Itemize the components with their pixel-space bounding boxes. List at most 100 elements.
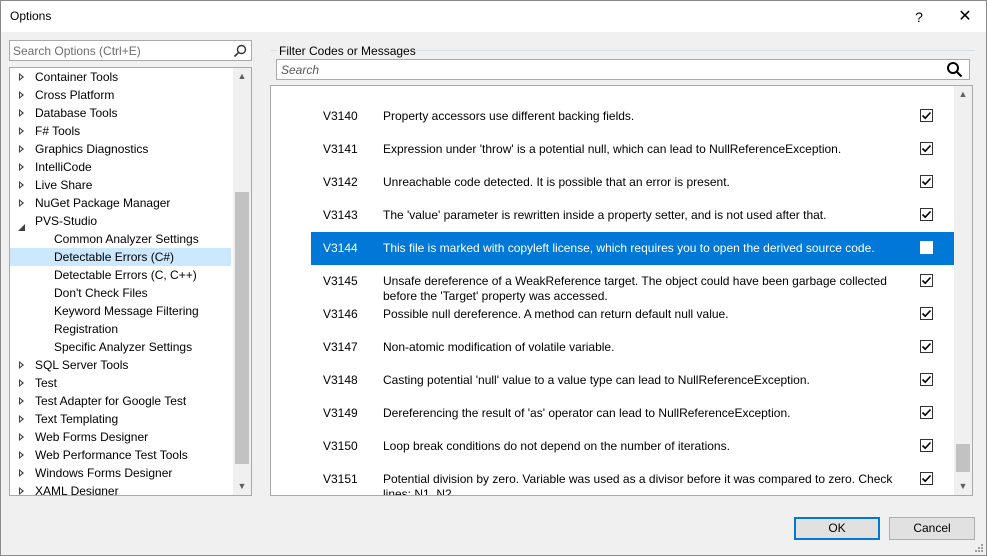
checkmark-icon (921, 474, 932, 483)
checkmark-icon (921, 408, 932, 417)
collapsed-arrow-icon[interactable] (19, 397, 24, 405)
search-icon[interactable] (232, 43, 248, 59)
rule-enabled-checkbox[interactable] (920, 373, 933, 386)
list-scroll-thumb[interactable] (956, 444, 970, 472)
collapsed-arrow-icon[interactable] (19, 415, 24, 423)
scroll-up-icon[interactable]: ▲ (233, 68, 251, 85)
collapsed-arrow-icon[interactable] (19, 181, 24, 189)
expanded-arrow-icon[interactable] (18, 218, 25, 231)
rule-code: V3151 (323, 472, 358, 486)
checkmark-icon (921, 144, 932, 153)
ok-button[interactable]: OK (794, 517, 880, 540)
checkmark-icon (921, 309, 932, 318)
rule-code: V3145 (323, 274, 358, 288)
checkmark-icon (921, 177, 932, 186)
rule-code: V3144 (323, 241, 358, 255)
rule-row[interactable]: V3146 Possible null dereference. A method… (311, 298, 955, 331)
filter-label: Filter Codes or Messages (279, 44, 416, 58)
tree-item-label: Database Tools (35, 106, 118, 120)
rule-enabled-checkbox[interactable] (920, 439, 933, 452)
filter-search-box (276, 59, 970, 80)
rule-row[interactable]: V3143 The 'value' parameter is rewritten … (311, 199, 955, 232)
tree-item-label: Graphics Diagnostics (35, 142, 149, 156)
rule-row[interactable]: V3148 Casting potential 'null' value to a… (311, 364, 955, 397)
rule-message: Possible null dereference. A method can … (383, 307, 729, 321)
tree-item-label: Cross Platform (35, 88, 115, 102)
rule-enabled-checkbox[interactable] (920, 208, 933, 221)
rule-row[interactable]: V3141 Expression under 'throw' is a poten… (311, 133, 955, 166)
rule-message: Casting potential 'null' value to a valu… (383, 373, 810, 387)
filter-search-input[interactable] (281, 62, 931, 77)
tree-item-label: F# Tools (35, 124, 81, 138)
collapsed-arrow-icon[interactable] (19, 91, 24, 99)
tree-item[interactable]: Detectable Errors (C#) (10, 248, 231, 266)
collapsed-arrow-icon[interactable] (19, 163, 24, 171)
list-scrollbar[interactable]: ▲ ▼ (954, 86, 972, 495)
scroll-down-icon[interactable]: ▼ (954, 478, 972, 495)
tree-item-label: NuGet Package Manager (35, 196, 171, 210)
rule-message: This file is marked with copyleft licens… (383, 241, 875, 255)
rule-enabled-checkbox[interactable] (920, 241, 933, 254)
resize-grip-icon[interactable] (973, 542, 983, 552)
checkmark-icon (921, 375, 932, 384)
rule-enabled-checkbox[interactable] (920, 142, 933, 155)
rule-code: V3149 (323, 406, 358, 420)
rule-row[interactable]: V3151 Potential division by zero. Variabl… (311, 463, 955, 495)
tree-scroll-thumb[interactable] (235, 192, 249, 464)
tree-item-label: Windows Forms Designer (35, 466, 173, 480)
tree-item-label: Text Templating (35, 412, 119, 426)
options-search-input[interactable] (13, 43, 228, 58)
rule-enabled-checkbox[interactable] (920, 340, 933, 353)
collapsed-arrow-icon[interactable] (19, 109, 24, 117)
tree-scrollbar[interactable]: ▲ ▼ (233, 68, 251, 495)
rule-row[interactable]: V3140 Property accessors use different ba… (311, 100, 955, 133)
rule-message: Expression under 'throw' is a potential … (383, 142, 842, 156)
tree-item-label: SQL Server Tools (35, 358, 129, 372)
tree-item-label: IntelliCode (35, 160, 92, 174)
rule-message: Non-atomic modification of volatile vari… (383, 340, 615, 354)
group-border (271, 50, 277, 51)
rule-row[interactable]: V3150 Loop break conditions do not depend… (311, 430, 955, 463)
tree-item-label: Keyword Message Filtering (54, 304, 199, 318)
rule-row[interactable]: V3145 Unsafe dereference of a WeakReferen… (311, 265, 955, 303)
rule-enabled-checkbox[interactable] (920, 307, 933, 320)
search-icon[interactable] (946, 61, 963, 78)
rule-row[interactable]: V3142 Unreachable code detected. It is po… (311, 166, 955, 199)
collapsed-arrow-icon[interactable] (19, 469, 24, 477)
tree-item-label: PVS-Studio (35, 214, 98, 228)
collapsed-arrow-icon[interactable] (19, 199, 24, 207)
tree-item-label: Test Adapter for Google Test (35, 394, 187, 408)
rule-code: V3148 (323, 373, 358, 387)
rule-code: V3141 (323, 142, 358, 156)
rule-row[interactable]: V3147 Non-atomic modification of volatile… (311, 331, 955, 364)
collapsed-arrow-icon[interactable] (19, 451, 24, 459)
collapsed-arrow-icon[interactable] (19, 379, 24, 387)
group-border (413, 50, 975, 51)
scroll-down-icon[interactable]: ▼ (233, 478, 251, 495)
options-search-box (9, 40, 252, 61)
rule-code: V3147 (323, 340, 358, 354)
collapsed-arrow-icon[interactable] (19, 145, 24, 153)
rule-enabled-checkbox[interactable] (920, 109, 933, 122)
rule-enabled-checkbox[interactable] (920, 472, 933, 485)
options-dialog: Options ? ✕ Container Tools Cross Platfor… (0, 0, 987, 556)
rule-code: V3142 (323, 175, 358, 189)
tree-item-label: Live Share (35, 178, 93, 192)
checkmark-icon (921, 276, 932, 285)
rule-row[interactable]: V3149 Dereferencing the result of 'as' op… (311, 397, 955, 430)
checkmark-icon (921, 111, 932, 120)
rule-enabled-checkbox[interactable] (920, 274, 933, 287)
close-button[interactable]: ✕ (945, 5, 985, 29)
tree-item-label: Detectable Errors (C, C++) (54, 268, 197, 282)
collapsed-arrow-icon[interactable] (19, 487, 24, 495)
rule-enabled-checkbox[interactable] (920, 406, 933, 419)
collapsed-arrow-icon[interactable] (19, 127, 24, 135)
rule-enabled-checkbox[interactable] (920, 175, 933, 188)
rule-row[interactable]: V3144 This file is marked with copyleft l… (311, 232, 955, 265)
collapsed-arrow-icon[interactable] (19, 73, 24, 81)
cancel-button[interactable]: Cancel (889, 517, 975, 540)
help-button[interactable]: ? (899, 5, 939, 29)
collapsed-arrow-icon[interactable] (19, 433, 24, 441)
scroll-up-icon[interactable]: ▲ (954, 86, 972, 103)
collapsed-arrow-icon[interactable] (19, 361, 24, 369)
